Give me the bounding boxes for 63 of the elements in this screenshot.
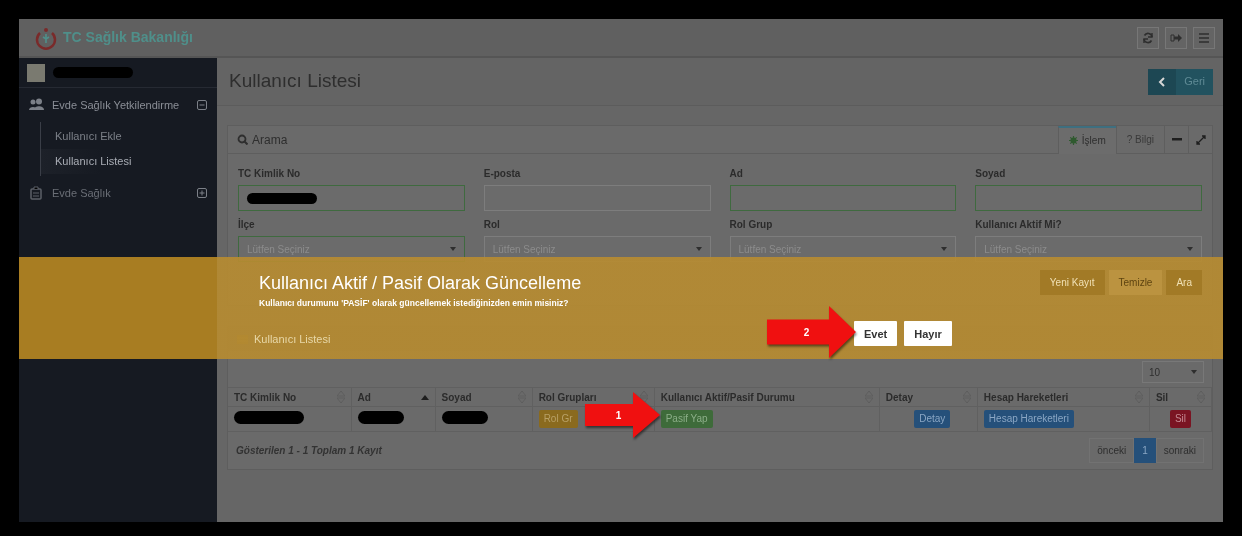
field-label: Soyad <box>975 167 1007 181</box>
search-action-button[interactable]: Temizle <box>1108 270 1163 295</box>
table-action-button[interactable]: Sil <box>1169 410 1191 428</box>
pagination-button[interactable]: sonraki <box>1155 438 1204 463</box>
redaction-mark <box>357 410 404 424</box>
table-action-button[interactable]: Detay <box>914 410 951 428</box>
field-label: Kullanıcı Aktif Mi? <box>975 218 1063 232</box>
field-label: Rol Grup <box>729 218 774 232</box>
field-label: Rol <box>483 218 501 232</box>
sidebar-item[interactable]: Evde Sağlık Yetkilendirme <box>19 88 217 122</box>
column-header[interactable]: Sil <box>1155 389 1169 405</box>
redaction-mark <box>441 410 488 424</box>
chevron-left-icon <box>1158 76 1167 87</box>
modal-button[interactable]: Evet <box>854 321 898 346</box>
redaction-mark <box>234 410 304 424</box>
sidebar-item[interactable]: Evde Sağlık <box>19 176 217 210</box>
menu-icon[interactable] <box>1193 26 1215 49</box>
caret-icon <box>1187 247 1193 251</box>
sort-icon[interactable] <box>639 391 648 403</box>
users-icon <box>29 98 44 112</box>
search-action-button[interactable]: Ara <box>1166 270 1202 295</box>
modal-message: Kullanıcı durumunu 'PASİF' olarak güncellemek istediğinizden emin misiniz? <box>259 296 569 310</box>
caret-icon <box>941 247 948 251</box>
gear-icon <box>1068 136 1078 145</box>
field-label: Ad <box>729 167 744 181</box>
collapse-icon[interactable] <box>197 100 207 110</box>
panel-title: Arama <box>252 131 288 149</box>
caret-icon <box>695 247 702 251</box>
table-action-button[interactable]: Hesap Hareketleri <box>983 410 1074 428</box>
input-field[interactable] <box>729 185 957 211</box>
column-header[interactable]: Kullanıcı Aktif/Pasif Durumu <box>660 389 795 405</box>
field-label: TC Kimlik No <box>238 167 302 181</box>
modal-button[interactable]: Hayır <box>904 321 952 346</box>
annotation-number: 1 <box>615 409 622 423</box>
search-action-button[interactable]: Yeni Kayıt <box>1039 270 1105 295</box>
pagination-button[interactable]: önceki <box>1089 438 1135 463</box>
input-field[interactable] <box>238 185 465 211</box>
column-header[interactable]: Soyad <box>441 389 472 405</box>
briefcase-icon <box>29 186 44 200</box>
modal-title: Kullanıcı Aktif / Pasif Olarak Güncelleme <box>259 274 582 294</box>
caret-icon <box>449 247 456 251</box>
back-button[interactable]: Geri <box>1148 68 1213 95</box>
column-header[interactable]: Rol Grupları <box>538 389 597 405</box>
refresh-icon[interactable] <box>1137 26 1159 49</box>
column-header[interactable]: Detay <box>885 389 914 405</box>
input-field[interactable] <box>975 185 1202 211</box>
caret-icon <box>1191 370 1197 374</box>
logout-icon[interactable] <box>1165 26 1187 49</box>
field-label: E-posta <box>483 167 522 181</box>
annotation-number: 2 <box>803 326 810 340</box>
sort-ascending-icon[interactable] <box>420 394 429 400</box>
column-header[interactable]: TC Kimlik No <box>234 389 297 405</box>
pagination-button[interactable]: 1 <box>1134 438 1156 463</box>
search-icon <box>237 134 248 145</box>
panel-title: Kullanıcı Listesi <box>254 331 331 347</box>
table-action-button[interactable]: Pasif Yap <box>660 410 713 428</box>
user-avatar <box>27 63 45 82</box>
column-header[interactable]: Hesap Hareketleri <box>983 389 1069 405</box>
column-header[interactable]: Ad <box>357 389 371 405</box>
sidebar-subitem[interactable]: Kullanıcı Ekle <box>41 124 217 149</box>
field-label: İlçe <box>238 217 256 232</box>
table-action-button[interactable]: Rol Gr <box>538 410 578 428</box>
expand-icon[interactable] <box>197 188 207 198</box>
